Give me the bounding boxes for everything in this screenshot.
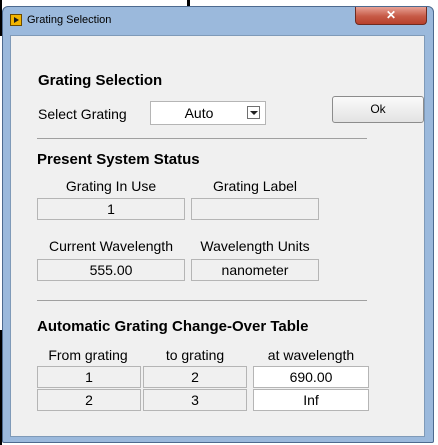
table-cell-from-grating: 2 (37, 389, 141, 411)
title-bar[interactable]: Grating Selection ✕ (3, 7, 433, 35)
column-header-from-grating: From grating (48, 347, 128, 363)
section-divider (37, 300, 367, 301)
wavelength-units-value: nanometer (191, 259, 319, 281)
ok-button[interactable]: Ok (332, 96, 424, 123)
labview-app-icon (10, 14, 22, 26)
grating-selection-dialog: Grating Selection ✕ Grating Selection Se… (2, 6, 434, 443)
grating-label-label: Grating Label (212, 178, 298, 194)
section-divider (37, 138, 367, 139)
select-grating-dropdown[interactable]: Auto (150, 101, 266, 125)
table-cell-from-grating: 1 (37, 366, 141, 388)
current-wavelength-value: 555.00 (37, 259, 185, 281)
table-cell-to-grating: 2 (143, 366, 247, 388)
select-grating-value: Auto (184, 105, 214, 121)
system-status-heading: Present System Status (37, 151, 200, 168)
grating-in-use-label: Grating In Use (65, 178, 157, 194)
column-header-to-grating: to grating (165, 347, 225, 363)
chevron-down-icon[interactable] (247, 106, 260, 119)
grating-label-value (191, 198, 319, 220)
grating-selection-heading: Grating Selection (38, 72, 163, 89)
current-wavelength-label: Current Wavelength (49, 238, 173, 254)
changeover-table-heading: Automatic Grating Change-Over Table (37, 318, 309, 335)
close-button[interactable]: ✕ (355, 7, 427, 25)
column-header-at-wavelength: at wavelength (267, 347, 355, 363)
table-cell-at-wavelength[interactable]: Inf (253, 389, 369, 411)
close-icon: ✕ (385, 8, 397, 22)
window-title: Grating Selection (27, 14, 112, 26)
grating-in-use-value: 1 (37, 198, 185, 220)
table-cell-to-grating: 3 (143, 389, 247, 411)
table-cell-at-wavelength[interactable]: 690.00 (253, 366, 369, 388)
select-grating-label: Select Grating (38, 106, 127, 122)
wavelength-units-label: Wavelength Units (200, 238, 310, 254)
